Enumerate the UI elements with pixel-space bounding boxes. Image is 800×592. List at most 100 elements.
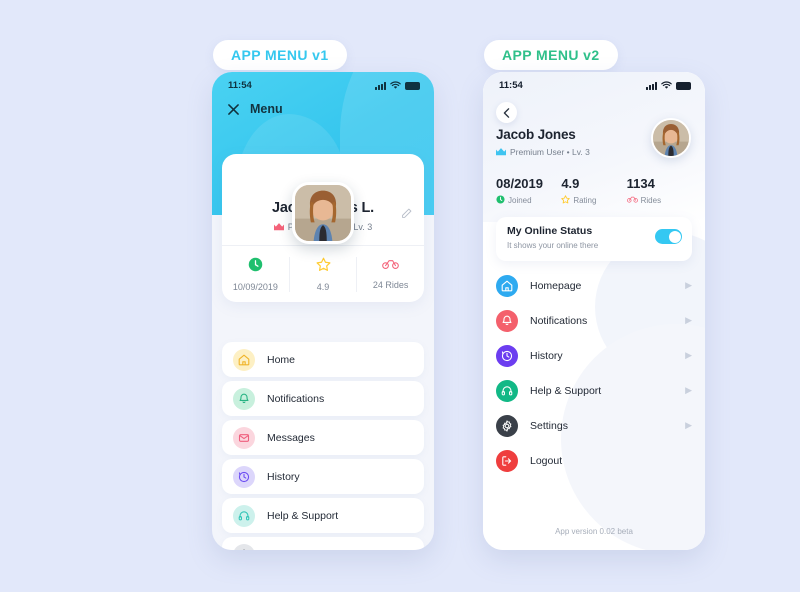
phone-mockup-v1: 11:54 Menu L. Lv. 3 10/09/2019 4.9 24 Ri…	[212, 72, 434, 550]
menu-item-notifications[interactable]: Notifications ▶	[496, 303, 692, 338]
wifi-icon	[390, 81, 401, 89]
menu-item-label: Settings	[267, 549, 305, 551]
logout-icon	[496, 449, 518, 472]
menu-item-home[interactable]: Home	[222, 342, 424, 377]
signal-bars-icon	[646, 81, 657, 90]
clock-icon	[496, 195, 505, 206]
online-status-description: It shows your online there	[507, 241, 599, 250]
toggle-knob	[668, 230, 681, 243]
avatar[interactable]	[651, 118, 691, 158]
stat-rides: 1134 Rides	[627, 176, 692, 206]
history-icon	[496, 344, 518, 367]
clock-icon	[248, 257, 263, 277]
profile-name: Jacob Jones	[496, 127, 576, 142]
menu-item-label: Notifications	[530, 314, 588, 327]
stat-value: 1134	[626, 176, 655, 191]
phone1-status-bar: 11:54	[212, 72, 434, 94]
envelope-icon	[233, 426, 255, 449]
stat-value: 08/2019	[496, 176, 543, 191]
stat-rides: 24 Rides	[356, 257, 424, 292]
phone-mockup-v2: 11:54 Jacob Jones Premium User • Lv. 3 0…	[483, 72, 705, 550]
menu-item-label: Homepage	[530, 279, 582, 292]
online-status-toggle[interactable]	[655, 229, 682, 244]
stat-label: Joined	[508, 196, 532, 205]
star-icon	[316, 257, 331, 277]
menu-item-history[interactable]: History ▶	[496, 338, 692, 373]
battery-icon	[405, 81, 420, 90]
back-button[interactable]	[496, 102, 517, 123]
stat-rating: 4.9 Rating	[561, 176, 626, 206]
chevron-right-icon: ▶	[685, 420, 692, 430]
stat-rating: 4.9	[288, 257, 357, 292]
stat-label: Rides	[640, 195, 662, 205]
stat-value: 4.9	[316, 282, 330, 292]
menu-item-homepage[interactable]: Homepage ▶	[496, 268, 692, 303]
nav-title: Menu	[250, 102, 283, 116]
phone2-profile-info: Jacob Jones Premium User • Lv. 3	[496, 127, 590, 157]
gear-icon	[496, 414, 518, 437]
home-icon	[496, 274, 518, 297]
home-icon	[233, 348, 255, 371]
history-icon	[233, 465, 255, 488]
design-canvas: APP MENU v1 APP MENU v2 11:54 Menu L. Lv…	[0, 0, 800, 592]
menu-item-label: Help & Support	[267, 509, 339, 522]
menu-item-help-support[interactable]: Help & Support	[222, 498, 424, 533]
stat-joined: 08/2019 Joined	[496, 176, 561, 206]
menu-item-notifications[interactable]: Notifications	[222, 381, 424, 416]
menu-item-logout[interactable]: Logout	[496, 443, 692, 478]
bell-icon	[496, 309, 518, 332]
menu-item-history[interactable]: History	[222, 459, 424, 494]
gear-icon	[233, 543, 255, 550]
headset-icon	[496, 379, 518, 402]
menu-item-help-support[interactable]: Help & Support ▶	[496, 373, 692, 408]
chevron-right-icon: ▶	[685, 385, 692, 395]
menu-item-settings[interactable]: Settings	[222, 537, 424, 550]
crown-icon	[273, 223, 284, 231]
chevron-left-icon	[503, 107, 510, 118]
phone1-menu-list: Home Notifications Messages History Help & S…	[222, 342, 424, 550]
status-time: 11:54	[228, 79, 252, 91]
star-icon	[561, 195, 571, 206]
pencil-icon[interactable]	[401, 206, 412, 224]
menu-item-messages[interactable]: Messages	[222, 420, 424, 455]
phone2-stats-row: 08/2019 Joined 4.9 Rating 1134 Rides	[496, 176, 692, 206]
chevron-right-icon: ▶	[685, 350, 692, 360]
chevron-right-icon: ▶	[685, 280, 692, 290]
bell-icon	[233, 387, 255, 410]
bike-icon	[626, 195, 638, 205]
battery-icon	[676, 81, 691, 90]
wifi-icon	[661, 81, 672, 89]
stat-value: 4.9	[561, 176, 580, 191]
chevron-right-icon: ▶	[685, 315, 692, 325]
close-icon[interactable]	[228, 103, 239, 115]
phone1-nav-bar: Menu	[212, 96, 434, 122]
profile-badge: Premium User • Lv. 3	[496, 147, 590, 157]
signal-bars-icon	[375, 81, 386, 90]
menu-item-label: Messages	[267, 431, 315, 444]
phone1-stats-row: 10/09/2019 4.9 24 Rides	[222, 245, 424, 292]
online-status-card: My Online Status It shows your online th…	[496, 217, 692, 261]
stat-value: 24 Rides	[372, 280, 409, 290]
avatar	[292, 182, 354, 244]
stat-label: Rating	[573, 196, 597, 205]
app-version-text: App version 0.02 beta	[555, 527, 633, 536]
profile-badge-text: Premium User • Lv. 3	[510, 147, 590, 157]
status-time: 11:54	[499, 79, 523, 91]
menu-item-label: Settings	[530, 419, 568, 432]
phone2-menu-list: Homepage ▶ Notifications ▶ History ▶ Help & Su…	[496, 268, 692, 478]
headset-icon	[233, 504, 255, 527]
section-label-v2: APP MENU v2	[484, 40, 618, 70]
menu-item-label: Home	[267, 353, 296, 366]
stat-value: 10/09/2019	[232, 282, 278, 292]
phone2-status-bar: 11:54	[483, 72, 705, 94]
menu-item-settings[interactable]: Settings ▶	[496, 408, 692, 443]
stat-joined: 10/09/2019	[222, 257, 289, 292]
menu-item-label: History	[530, 349, 563, 362]
menu-item-label: Logout	[530, 454, 563, 467]
menu-item-label: History	[267, 470, 300, 483]
section-label-v1: APP MENU v1	[213, 40, 347, 70]
crown-icon	[496, 148, 506, 156]
bike-icon	[382, 257, 399, 275]
menu-item-label: Help & Support	[530, 384, 602, 397]
menu-item-label: Notifications	[267, 392, 325, 405]
